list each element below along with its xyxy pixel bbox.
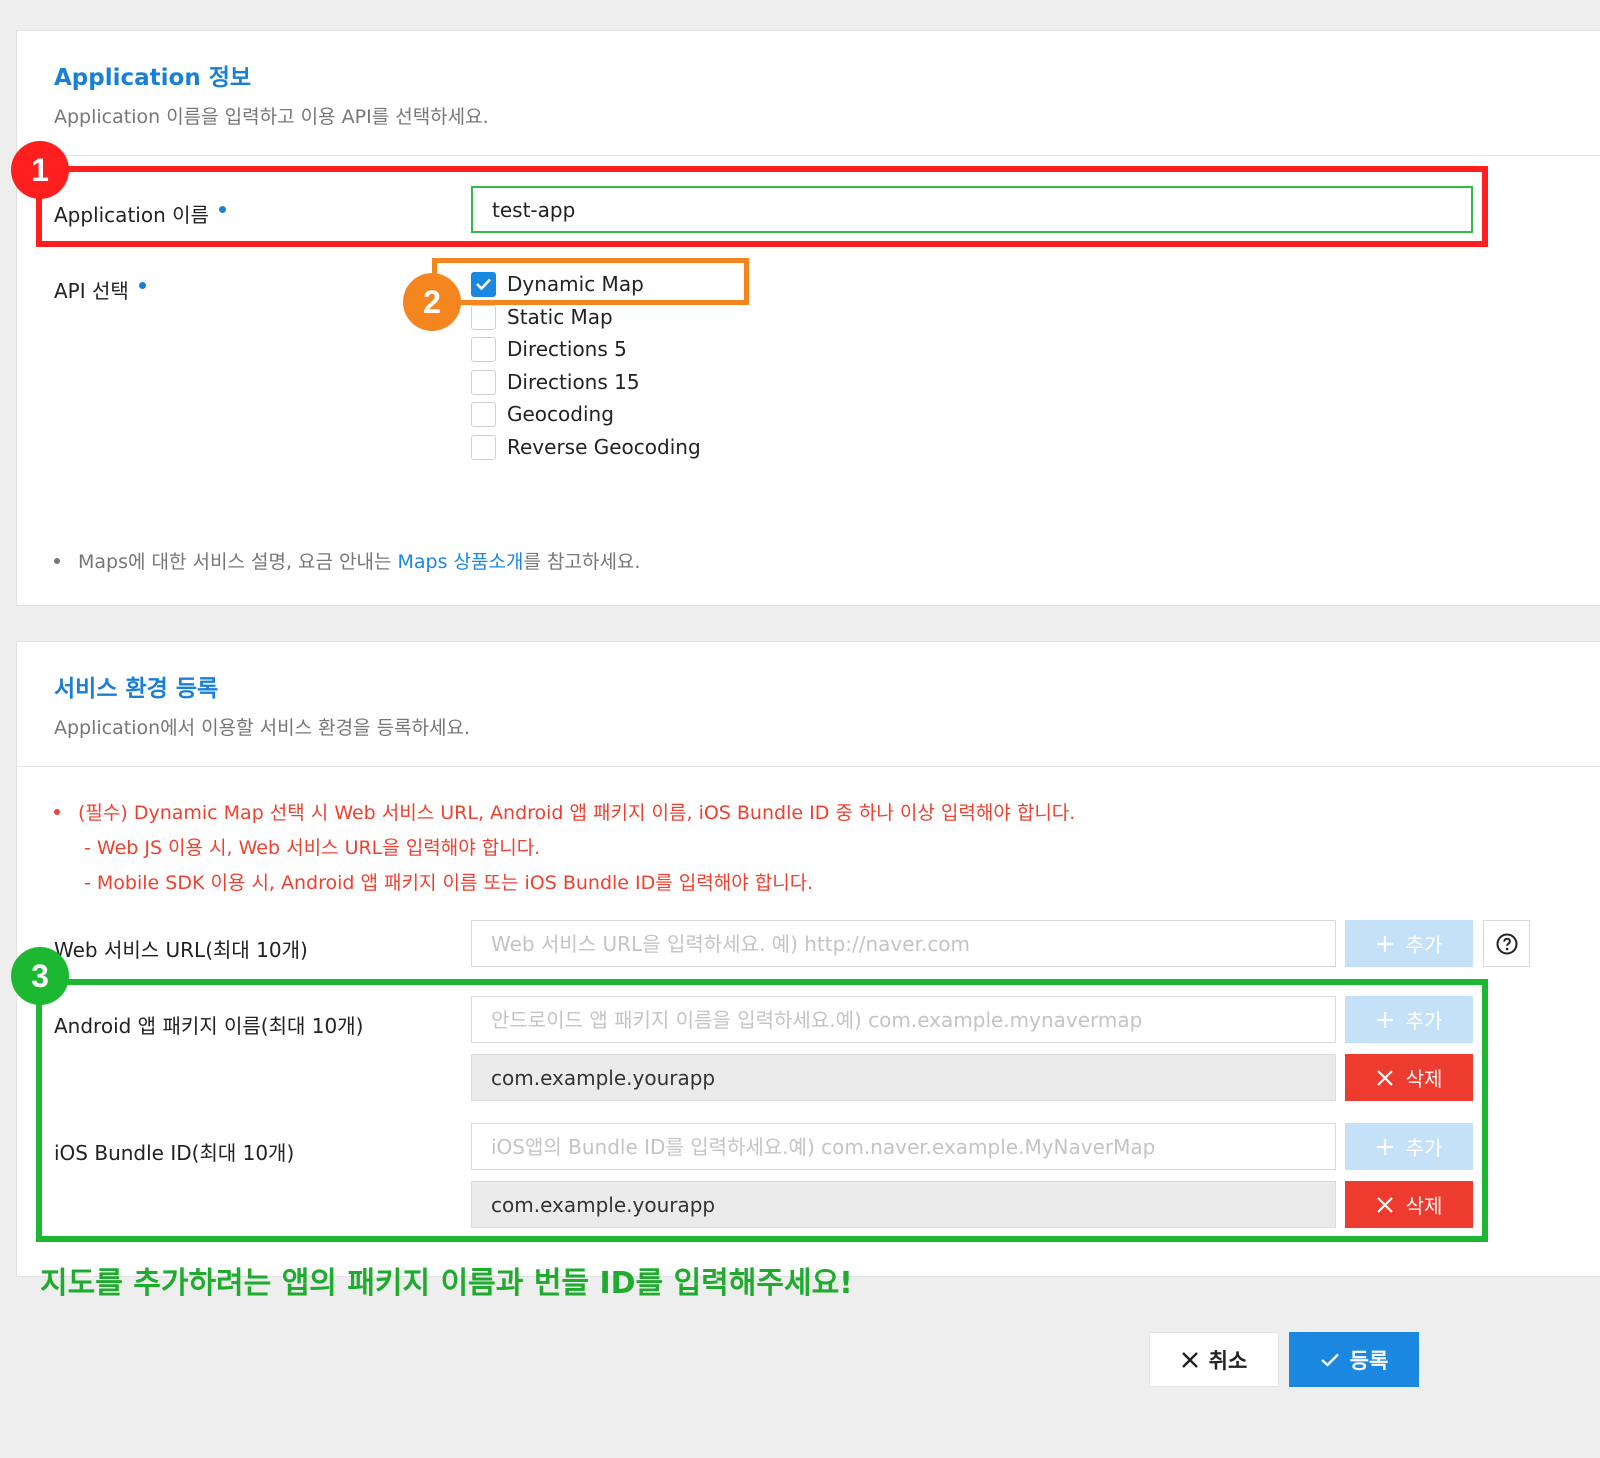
- checkbox[interactable]: [471, 401, 496, 427]
- required-note-line: - Mobile SDK 이용 시, Android 앱 패키지 이름 또는 i…: [54, 867, 1075, 902]
- required-dot-icon: [138, 282, 146, 289]
- required-notes: (필수) Dynamic Map 선택 시 Web 서비스 URL, Andro…: [54, 797, 1075, 902]
- checkbox[interactable]: [471, 304, 496, 330]
- api-option-label: Static Map: [507, 305, 613, 329]
- api-option-label: Directions 5: [507, 337, 627, 361]
- api-option-directions-5[interactable]: Directions 5: [471, 336, 627, 362]
- divider: [17, 766, 1600, 767]
- note-text: (필수) Dynamic Map 선택 시 Web 서비스 URL, Andro…: [78, 802, 1076, 824]
- annotation-box-orange: [432, 258, 749, 305]
- cancel-label: 취소: [1208, 1348, 1248, 1373]
- add-label: 추가: [1405, 933, 1443, 957]
- checkbox[interactable]: [471, 336, 496, 362]
- divider: [17, 155, 1600, 156]
- bullet-icon: [54, 809, 60, 815]
- annotation-badge-1: 1: [11, 141, 69, 199]
- api-option-directions-15[interactable]: Directions 15: [471, 369, 640, 395]
- maps-info-note: Maps에 대한 서비스 설명, 요금 안내는 Maps 상품소개를 참고하세요…: [54, 547, 640, 574]
- required-note-line: (필수) Dynamic Map 선택 시 Web 서비스 URL, Andro…: [54, 797, 1075, 832]
- close-icon: [1181, 1351, 1199, 1369]
- section-desc-app-info: Application 이름을 입력하고 이용 API를 선택하세요.: [54, 106, 489, 128]
- bullet-icon: [54, 558, 60, 564]
- section-title-service-env: 서비스 환경 등록: [54, 676, 219, 702]
- web-url-input[interactable]: [471, 920, 1336, 967]
- note-prefix: Maps에 대한 서비스 설명, 요금 안내는: [78, 551, 398, 573]
- cancel-button[interactable]: 취소: [1149, 1332, 1279, 1387]
- submit-label: 등록: [1349, 1348, 1389, 1373]
- note-text: - Web JS 이용 시, Web 서비스 URL을 입력해야 합니다.: [84, 837, 541, 859]
- annotation-badge-2: 2: [403, 273, 461, 331]
- help-button[interactable]: [1483, 920, 1530, 967]
- checkbox[interactable]: [471, 434, 496, 460]
- application-info-panel: Application 정보 Application 이름을 입력하고 이용 A…: [16, 30, 1600, 606]
- maps-product-link[interactable]: Maps 상품소개: [398, 551, 524, 573]
- plus-icon: [1376, 935, 1394, 953]
- api-option-label: Directions 15: [507, 370, 640, 394]
- api-select-label: API 선택: [54, 275, 146, 304]
- api-option-label: Geocoding: [507, 402, 614, 426]
- api-select-label-text: API 선택: [54, 279, 129, 303]
- api-option-label: Reverse Geocoding: [507, 435, 701, 459]
- submit-button[interactable]: 등록: [1289, 1332, 1419, 1387]
- annotation-box-red: [36, 166, 1488, 247]
- help-icon: [1496, 933, 1517, 954]
- annotation-badge-3: 3: [11, 947, 69, 1005]
- api-option-reverse-geocoding[interactable]: Reverse Geocoding: [471, 434, 701, 460]
- required-note-line: - Web JS 이용 시, Web 서비스 URL을 입력해야 합니다.: [54, 832, 1075, 867]
- check-icon: [1320, 1352, 1340, 1368]
- checkbox[interactable]: [471, 369, 496, 395]
- web-url-label: Web 서비스 URL(최대 10개): [54, 938, 308, 962]
- web-url-add-button[interactable]: 추가: [1345, 920, 1473, 967]
- annotation-caption: 지도를 추가하려는 앱의 패키지 이름과 번들 ID를 입력해주세요!: [40, 1266, 853, 1301]
- api-option-static-map[interactable]: Static Map: [471, 304, 613, 330]
- api-option-geocoding[interactable]: Geocoding: [471, 401, 614, 427]
- annotation-box-green: [36, 979, 1488, 1242]
- section-desc-service-env: Application에서 이용할 서비스 환경을 등록하세요.: [54, 717, 471, 739]
- note-suffix: 를 참고하세요.: [523, 551, 641, 573]
- section-title-app-info: Application 정보: [54, 65, 252, 91]
- note-text: - Mobile SDK 이용 시, Android 앱 패키지 이름 또는 i…: [84, 872, 814, 894]
